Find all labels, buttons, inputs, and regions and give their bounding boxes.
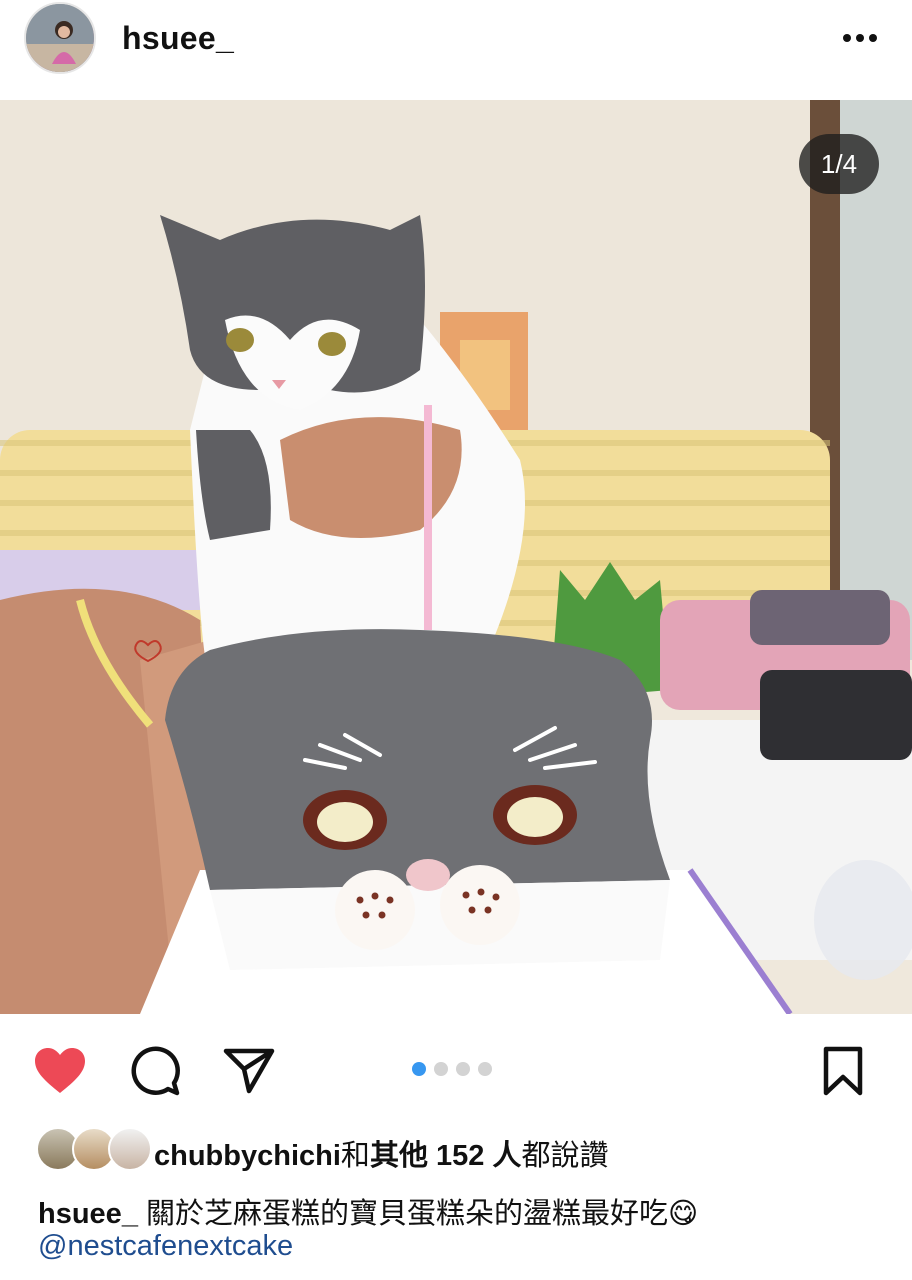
likes-connector: 和: [340, 1140, 370, 1172]
like-button[interactable]: [33, 1044, 87, 1098]
caption-mention[interactable]: @nestcafenextcake: [38, 1230, 293, 1263]
caption-emoji: 😋: [667, 1198, 699, 1230]
bookmark-icon: [823, 1046, 863, 1096]
more-options-button[interactable]: [836, 22, 884, 54]
post-header: hsuee_: [0, 0, 912, 100]
user-avatar[interactable]: [24, 2, 96, 74]
carousel-dot-3: [456, 1062, 470, 1076]
header-username[interactable]: hsuee_: [122, 20, 234, 57]
action-bar: [0, 1014, 912, 1124]
share-button[interactable]: [222, 1044, 276, 1098]
carousel-indicator: [412, 1062, 492, 1076]
likes-others-count[interactable]: 其他 152 人: [370, 1140, 522, 1172]
liker-avatars: [36, 1127, 152, 1171]
caption-username[interactable]: hsuee_: [38, 1198, 138, 1230]
first-liker-username[interactable]: chubbychichi: [154, 1140, 341, 1172]
carousel-dot-2: [434, 1062, 448, 1076]
more-horizontal-icon: [843, 34, 877, 42]
likes-summary: chubbychichi和其他 152 人都說讚: [154, 1132, 608, 1174]
post-image[interactable]: [0, 100, 912, 1014]
image-counter: 1/4: [799, 134, 879, 194]
comment-icon: [131, 1046, 180, 1096]
comment-button[interactable]: [128, 1044, 182, 1098]
save-button[interactable]: [816, 1044, 870, 1098]
likes-row[interactable]: chubbychichi和其他 152 人都說讚: [36, 1124, 896, 1176]
carousel-dot-4: [478, 1062, 492, 1076]
likes-suffix: 都說讚: [521, 1140, 609, 1172]
carousel-dot-1: [412, 1062, 426, 1076]
post-caption: hsuee_ 關於芝麻蛋糕的寶貝蛋糕朵的盪糕最好吃😋: [38, 1190, 698, 1232]
caption-text: 關於芝麻蛋糕的寶貝蛋糕朵的盪糕最好吃: [145, 1198, 668, 1230]
paper-plane-icon: [223, 1048, 275, 1094]
liker-avatar: [108, 1127, 152, 1171]
heart-icon: [35, 1048, 85, 1093]
